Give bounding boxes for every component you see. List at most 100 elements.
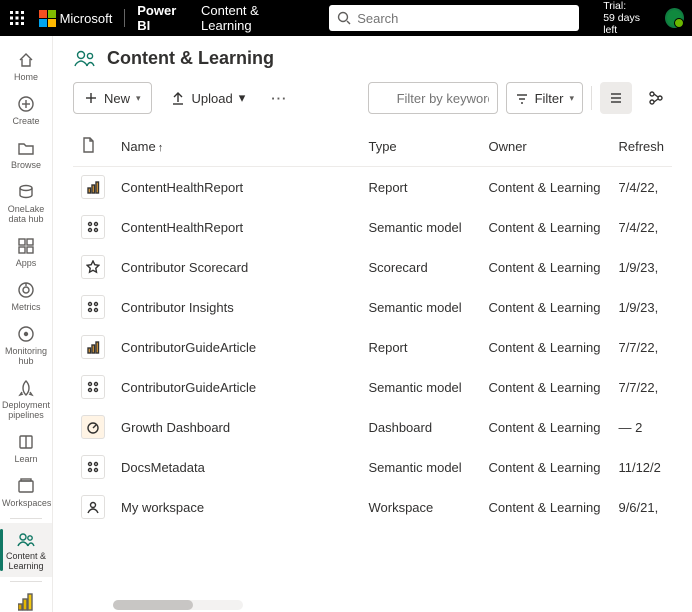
nav-active-label: Content & Learning xyxy=(2,551,50,571)
nav-item-deploy[interactable]: Deployment pipelines xyxy=(2,372,50,426)
filter-icon xyxy=(515,91,529,105)
table-row[interactable]: My workspaceWorkspaceContent & Learning9… xyxy=(73,487,672,527)
cell-type: Workspace xyxy=(360,487,480,527)
filter-button[interactable]: Filter ▾ xyxy=(506,82,583,114)
cell-refreshed: 1/9/23, xyxy=(610,287,672,327)
filter-input-wrap xyxy=(368,82,498,114)
create-icon xyxy=(16,94,36,114)
dataset-icon xyxy=(81,215,105,239)
upload-icon xyxy=(170,90,186,106)
browse-icon xyxy=(16,138,36,158)
chevron-down-icon: ▾ xyxy=(239,90,246,106)
cell-type: Semantic model xyxy=(360,287,480,327)
avatar[interactable] xyxy=(665,8,684,28)
cell-type: Semantic model xyxy=(360,207,480,247)
chevron-down-icon: ▾ xyxy=(136,93,141,104)
nav-label: OneLake data hub xyxy=(2,204,50,224)
product-name: Power BI xyxy=(137,3,189,33)
trial-status[interactable]: Trial: 59 days left xyxy=(603,0,653,36)
col-owner[interactable]: Owner xyxy=(480,127,610,167)
divider xyxy=(124,9,125,27)
nav-label: Browse xyxy=(11,160,41,170)
filter-input[interactable] xyxy=(368,82,498,114)
cell-refreshed: 9/6/21, xyxy=(610,487,672,527)
cell-owner: Content & Learning xyxy=(480,367,610,407)
nav-item-powerbi[interactable]: Power BI xyxy=(0,586,52,612)
more-button[interactable]: ··· xyxy=(263,82,295,114)
nav-item-create[interactable]: Create xyxy=(2,88,50,132)
cell-refreshed: 1/9/23, xyxy=(610,247,672,287)
list-icon xyxy=(608,90,624,106)
cell-owner: Content & Learning xyxy=(480,407,610,447)
col-refreshed[interactable]: Refresh xyxy=(610,127,672,167)
col-name[interactable]: Name↑ xyxy=(113,127,360,167)
microsoft-logo: Microsoft xyxy=(39,10,113,27)
nav-item-home[interactable]: Home xyxy=(2,44,50,88)
dashboard-icon xyxy=(81,415,105,439)
table-row[interactable]: ContentHealthReportSemantic modelContent… xyxy=(73,207,672,247)
cell-refreshed: 7/7/22, xyxy=(610,367,672,407)
context-name: Content & Learning xyxy=(201,3,305,33)
search-input[interactable] xyxy=(357,11,571,26)
table-row[interactable]: ContributorGuideArticleReportContent & L… xyxy=(73,327,672,367)
microsoft-icon xyxy=(39,10,56,27)
cell-refreshed: 7/4/22, xyxy=(610,167,672,208)
nav-item-workspaces[interactable]: Workspaces xyxy=(2,470,50,514)
global-search[interactable] xyxy=(329,5,579,31)
list-view-button[interactable] xyxy=(600,82,632,114)
nav-label: Deployment pipelines xyxy=(2,400,50,420)
nav-label: Create xyxy=(12,116,39,126)
nav-label: Learn xyxy=(14,454,37,464)
cell-refreshed: 7/7/22, xyxy=(610,327,672,367)
col-type[interactable]: Type xyxy=(360,127,480,167)
table-row[interactable]: ContributorGuideArticleSemantic modelCon… xyxy=(73,367,672,407)
search-icon xyxy=(337,11,351,25)
cell-name: ContributorGuideArticle xyxy=(113,327,360,367)
nav-item-monitor[interactable]: Monitoring hub xyxy=(2,318,50,372)
table-row[interactable]: Contributor InsightsSemantic modelConten… xyxy=(73,287,672,327)
cell-owner: Content & Learning xyxy=(480,167,610,208)
nav-item-onelake[interactable]: OneLake data hub xyxy=(2,176,50,230)
nav-label: Apps xyxy=(16,258,37,268)
apps-icon xyxy=(16,236,36,256)
nav-item-browse[interactable]: Browse xyxy=(2,132,50,176)
sort-asc-icon: ↑ xyxy=(158,142,164,154)
nav-item-metrics[interactable]: Metrics xyxy=(2,274,50,318)
cell-owner: Content & Learning xyxy=(480,447,610,487)
nav-label: Home xyxy=(14,72,38,82)
table-row[interactable]: Contributor ScorecardScorecardContent & … xyxy=(73,247,672,287)
global-header: Microsoft Power BI Content & Learning Tr… xyxy=(0,0,692,36)
cell-owner: Content & Learning xyxy=(480,287,610,327)
lineage-view-button[interactable] xyxy=(640,82,672,114)
col-icon[interactable] xyxy=(73,127,113,167)
upload-label: Upload xyxy=(192,91,233,106)
nav-separator xyxy=(10,518,41,519)
new-button[interactable]: New ▾ xyxy=(73,82,152,114)
table-row[interactable]: ContentHealthReportReportContent & Learn… xyxy=(73,167,672,208)
nav-item-active-workspace[interactable]: Content & Learning xyxy=(0,523,52,577)
chevron-down-icon: ▾ xyxy=(569,93,574,104)
upload-button[interactable]: Upload ▾ xyxy=(162,82,254,114)
main-area: Content & Learning New ▾ Upload ▾ ··· xyxy=(53,36,692,612)
app-launcher-icon[interactable] xyxy=(8,8,27,28)
cell-type: Dashboard xyxy=(360,407,480,447)
dataset-icon xyxy=(81,375,105,399)
table-row[interactable]: Growth DashboardDashboardContent & Learn… xyxy=(73,407,672,447)
people-icon xyxy=(16,529,36,549)
cell-type: Semantic model xyxy=(360,447,480,487)
cell-type: Semantic model xyxy=(360,367,480,407)
lineage-icon xyxy=(648,90,664,106)
left-nav: Home Create Browse OneLake data hub Apps Metr… xyxy=(0,36,53,612)
table-row[interactable]: DocsMetadataSemantic modelContent & Lear… xyxy=(73,447,672,487)
microsoft-label: Microsoft xyxy=(60,11,113,26)
nav-item-apps[interactable]: Apps xyxy=(2,230,50,274)
toolbar: New ▾ Upload ▾ ··· Filter ▾ xyxy=(53,78,692,127)
cell-name: ContributorGuideArticle xyxy=(113,367,360,407)
deploy-icon xyxy=(16,378,36,398)
workspace-icon xyxy=(81,495,105,519)
onelake-icon xyxy=(16,182,36,202)
nav-label: Monitoring hub xyxy=(2,346,50,366)
nav-item-learn[interactable]: Learn xyxy=(2,426,50,470)
horizontal-scrollbar[interactable] xyxy=(113,600,243,610)
plus-icon xyxy=(84,91,98,105)
